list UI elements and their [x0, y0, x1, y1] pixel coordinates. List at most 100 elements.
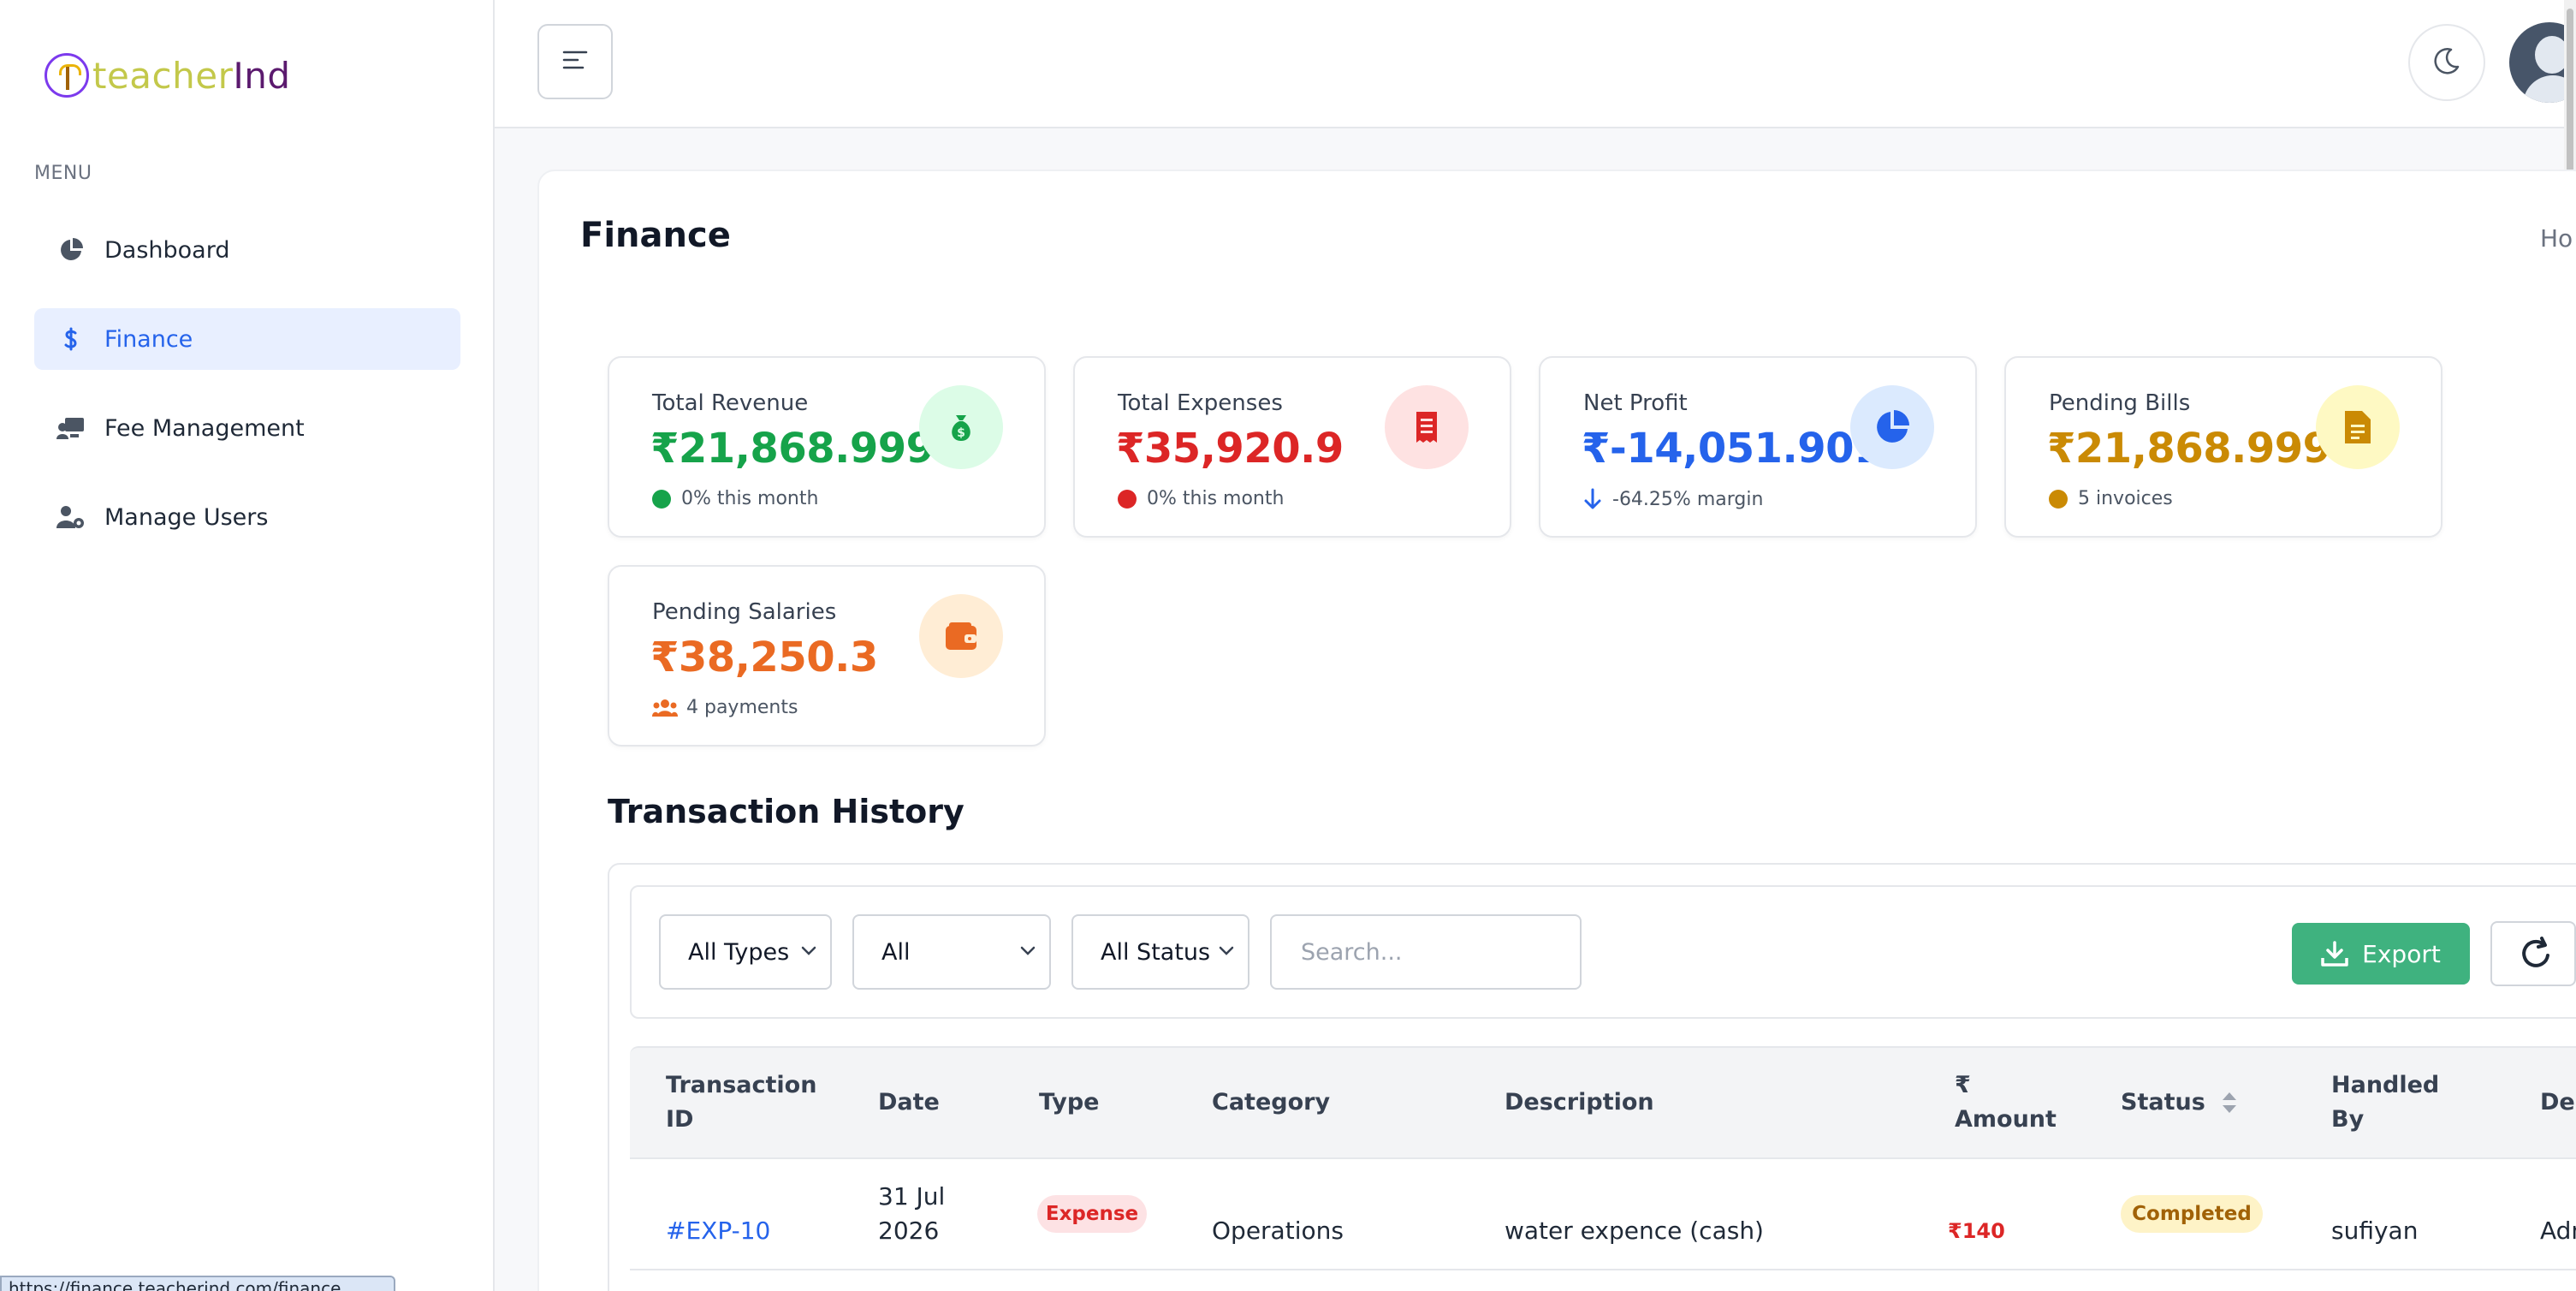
- sidebar-item-manage-users[interactable]: Manage Users: [34, 486, 460, 548]
- select-value: All Types: [688, 938, 790, 966]
- stat-sub-label: 5 invoices: [2078, 488, 2173, 509]
- search-input[interactable]: [1270, 914, 1582, 990]
- section-title: Transaction History: [608, 793, 965, 830]
- status-dot-icon: [652, 489, 671, 509]
- column-header-line: Transaction: [666, 1072, 817, 1098]
- stat-subtext: -64.25% margin: [1583, 488, 1763, 510]
- sidebar-item-dashboard[interactable]: Dashboard: [34, 219, 460, 281]
- column-header-line: Handled: [2331, 1072, 2440, 1098]
- column-header-handled-by[interactable]: Handled By: [2331, 1068, 2439, 1137]
- menu-toggle-button[interactable]: [537, 24, 613, 99]
- sidebar-item-label: Manage Users: [104, 503, 269, 531]
- sidebar-nav: Dashboard Finance Fee Management Manage …: [34, 219, 460, 575]
- page-title: Finance: [580, 216, 731, 255]
- status-filter-select[interactable]: All Status: [1071, 914, 1249, 990]
- sort-icon[interactable]: [2221, 1091, 2238, 1115]
- logo-icon: [45, 53, 89, 98]
- chevron-down-icon: [1217, 940, 1236, 967]
- column-header-transaction-id[interactable]: Transaction ID: [666, 1068, 816, 1137]
- stat-card-total-revenue: Total Revenue ₹21,868.999 0% this month …: [608, 356, 1046, 538]
- date-line: 31 Jul: [878, 1182, 946, 1211]
- stat-card-pending-salaries: Pending Salaries ₹38,250.3 4 payments: [608, 565, 1046, 747]
- export-label: Export: [2362, 939, 2441, 968]
- select-value: All: [881, 938, 911, 966]
- stat-card-total-expenses: Total Expenses ₹35,920.9 0% this month: [1073, 356, 1511, 538]
- column-header-line: By: [2331, 1106, 2365, 1133]
- export-button[interactable]: Export: [2292, 923, 2470, 985]
- theme-toggle-button[interactable]: [2408, 24, 2485, 101]
- stat-card-pending-bills: Pending Bills ₹21,868.999 5 invoices: [2004, 356, 2442, 538]
- stat-value: ₹-14,051.901: [1582, 425, 1882, 473]
- users-icon: [652, 698, 678, 718]
- stat-subtext: 0% this month: [1118, 488, 1284, 509]
- type-badge: Expense: [1037, 1195, 1147, 1233]
- logo[interactable]: teacherInd: [45, 50, 291, 101]
- menu-label: MENU: [34, 163, 92, 184]
- sidebar-item-label: Fee Management: [104, 414, 305, 442]
- transaction-date: 31 Jul 2026: [878, 1180, 945, 1248]
- period-filter-select[interactable]: All: [852, 914, 1051, 990]
- column-header-type[interactable]: Type: [1039, 1086, 1099, 1120]
- stat-subtext: 4 payments: [652, 697, 798, 718]
- money-bag-icon: $: [919, 385, 1003, 469]
- chevron-down-icon: [799, 940, 818, 967]
- stat-label: Pending Bills: [2049, 390, 2191, 416]
- refresh-button[interactable]: [2490, 921, 2576, 986]
- stat-label: Total Expenses: [1118, 390, 1283, 416]
- stat-value: ₹38,250.3: [650, 634, 878, 681]
- stat-value: ₹35,920.9: [1116, 425, 1344, 473]
- status-dot-icon: [2049, 489, 2068, 509]
- column-header-date[interactable]: Date: [878, 1086, 940, 1120]
- transaction-id-link[interactable]: #EXP-10: [666, 1197, 770, 1248]
- type-filter-select[interactable]: All Types: [659, 914, 832, 990]
- chalkboard-user-icon: [56, 413, 86, 443]
- stat-label: Total Revenue: [652, 390, 809, 416]
- column-header-status[interactable]: Status: [2121, 1086, 2238, 1120]
- sidebar-item-label: Dashboard: [104, 236, 230, 264]
- column-header-line: ₹: [1955, 1072, 1971, 1098]
- status-badge: Completed: [2121, 1195, 2263, 1233]
- transaction-description: water expence (cash): [1505, 1217, 1764, 1245]
- logo-text-part2: Ind: [233, 54, 291, 97]
- logo-text-part1: teacher: [92, 54, 234, 97]
- users-gear-icon: [56, 503, 86, 532]
- sidebar-item-fee-management[interactable]: Fee Management: [34, 397, 460, 459]
- stat-value: ₹21,868.999: [650, 425, 935, 473]
- column-header-line: Amount: [1955, 1106, 2057, 1133]
- breadcrumb[interactable]: Ho: [2540, 224, 2573, 253]
- arrow-down-icon: [1583, 488, 1602, 510]
- svg-text:$: $: [957, 426, 965, 440]
- menu-lines-icon: [562, 49, 588, 74]
- refresh-icon: [2520, 937, 2554, 971]
- column-header-label: Status: [2121, 1089, 2205, 1115]
- stat-label: Pending Salaries: [652, 599, 837, 625]
- chevron-down-icon: [1018, 940, 1037, 967]
- stat-sub-label: 4 payments: [686, 697, 798, 718]
- select-value: All Status: [1101, 938, 1211, 966]
- stat-subtext: 5 invoices: [2049, 488, 2173, 509]
- stat-label: Net Profit: [1583, 390, 1688, 416]
- transaction-amount: ₹140: [1948, 1219, 2005, 1243]
- stat-value: ₹21,868.999: [2047, 425, 2331, 473]
- handled-by: sufiyan: [2331, 1217, 2419, 1245]
- column-header-line: ID: [666, 1106, 694, 1133]
- column-header-category[interactable]: Category: [1212, 1086, 1330, 1120]
- status-dot-icon: [1118, 489, 1137, 509]
- dollar-icon: [56, 324, 86, 354]
- column-header-amount[interactable]: ₹ Amount: [1955, 1068, 2057, 1137]
- pie-chart-icon: [56, 235, 86, 265]
- stat-sub-label: 0% this month: [681, 488, 819, 509]
- receipt-icon: [1385, 385, 1469, 469]
- sidebar: teacherInd MENU Dashboard Finance Fee Ma…: [0, 0, 495, 1291]
- transaction-category: Operations: [1212, 1217, 1344, 1245]
- date-line: 2026: [878, 1217, 940, 1245]
- stat-sub-label: 0% this month: [1147, 488, 1285, 509]
- column-header-department[interactable]: Dep: [2540, 1086, 2576, 1120]
- stat-sub-label: -64.25% margin: [1612, 488, 1764, 510]
- sidebar-item-finance[interactable]: Finance: [34, 308, 460, 370]
- column-header-description[interactable]: Description: [1505, 1086, 1654, 1120]
- stat-card-net-profit: Net Profit ₹-14,051.901 -64.25% margin: [1539, 356, 1977, 538]
- topbar: [495, 0, 2576, 128]
- file-invoice-icon: [2316, 385, 2400, 469]
- sidebar-item-label: Finance: [104, 325, 193, 353]
